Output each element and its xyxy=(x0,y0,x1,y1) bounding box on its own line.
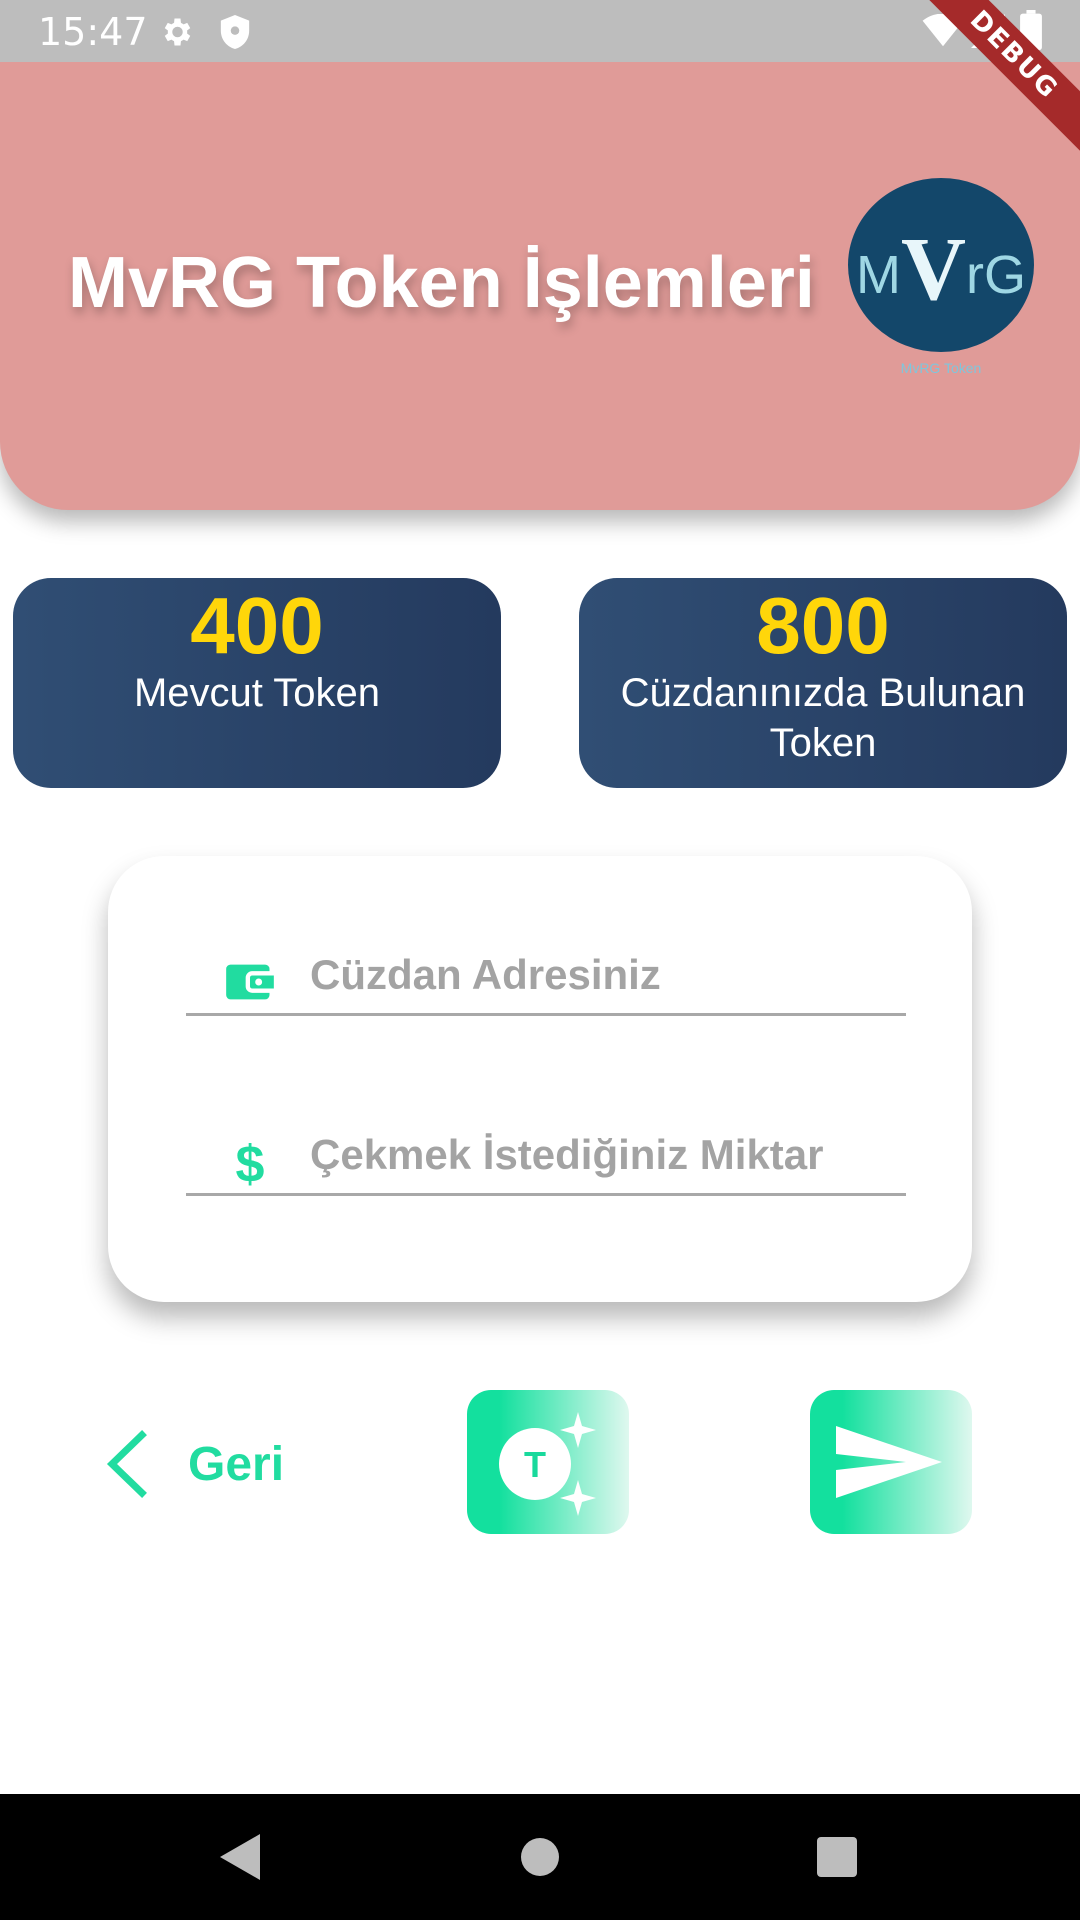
logo-text: MVrG xyxy=(848,218,1034,321)
svg-text:$: $ xyxy=(236,1136,265,1188)
logo-letters-rg: rG xyxy=(965,245,1026,305)
header: MvRG Token İşlemleri MVrG MvRG Token xyxy=(0,62,1080,510)
back-label: Geri xyxy=(188,1437,285,1491)
nav-recents-icon[interactable] xyxy=(804,1824,870,1890)
back-button[interactable]: Geri xyxy=(104,1424,284,1504)
available-token-value: 400 xyxy=(190,581,324,670)
token-button[interactable]: T xyxy=(467,1390,629,1534)
amount-field: $ xyxy=(186,1116,906,1196)
mvrg-logo: MVrG xyxy=(848,178,1034,352)
amount-input[interactable] xyxy=(310,1116,900,1194)
wallet-address-input[interactable] xyxy=(310,936,900,1014)
withdraw-form: $ xyxy=(108,856,972,1302)
wallet-token-label: Cüzdanınızda Bulunan Token xyxy=(620,671,1026,765)
logo-caption: MvRG Token xyxy=(900,360,982,376)
screen: 15:47 DEBUG MvRG Token İşlemleri MVrG Mv… xyxy=(0,0,1080,1920)
available-token-label: Mevcut Token xyxy=(133,671,381,715)
logo-letter-v: V xyxy=(900,220,966,319)
shield-icon xyxy=(220,15,250,49)
navigation-bar xyxy=(0,1794,1080,1920)
send-icon xyxy=(836,1426,942,1498)
token-glyph: T xyxy=(524,1444,546,1485)
available-token-card: 400 Mevcut Token xyxy=(13,578,501,788)
page-title: MvRG Token İşlemleri xyxy=(68,243,815,323)
nav-home-icon[interactable] xyxy=(507,1824,573,1890)
gear-icon xyxy=(164,18,191,46)
status-time: 15:47 xyxy=(38,10,148,54)
logo-letter-m: M xyxy=(856,245,901,305)
nav-back-icon[interactable] xyxy=(210,1824,276,1890)
chevron-left-icon xyxy=(106,1430,147,1498)
send-button[interactable] xyxy=(810,1390,972,1534)
wallet-token-card: 800 Cüzdanınızda Bulunan Token xyxy=(579,578,1067,788)
wallet-address-field xyxy=(186,936,906,1016)
wallet-token-value: 800 xyxy=(756,581,890,670)
dollar-icon: $ xyxy=(236,1136,265,1188)
wallet-icon xyxy=(226,964,274,1000)
status-bar: 15:47 xyxy=(0,0,1080,62)
